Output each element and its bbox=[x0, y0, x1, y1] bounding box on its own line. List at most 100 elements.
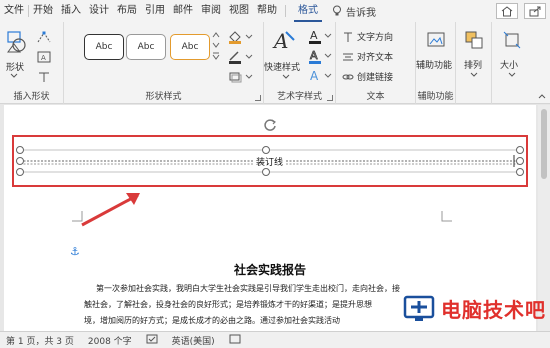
text-direction-button[interactable]: 文字方向 bbox=[342, 30, 393, 43]
group-insert-shapes: 形状 A 插入形状 bbox=[0, 22, 64, 104]
dialog-launcher-icon[interactable] bbox=[327, 95, 333, 101]
dialog-launcher-icon[interactable] bbox=[255, 95, 261, 101]
text-direction-icon[interactable] bbox=[36, 70, 52, 84]
text-effects-icon[interactable]: A bbox=[308, 68, 334, 84]
chevron-down-icon[interactable] bbox=[508, 72, 516, 77]
share-button[interactable] bbox=[524, 3, 546, 19]
tab-help[interactable]: 帮助 bbox=[253, 0, 281, 22]
group-arrange: 排列 bbox=[456, 22, 492, 104]
alt-text-icon[interactable] bbox=[426, 30, 446, 50]
scroll-down-icon[interactable] bbox=[212, 42, 220, 48]
lightbulb-icon bbox=[333, 5, 341, 16]
shape-outline-icon[interactable] bbox=[227, 50, 255, 64]
tell-me-search[interactable]: 告诉我 bbox=[332, 4, 376, 19]
margin-mark bbox=[441, 211, 452, 222]
accessibility-label[interactable]: 辅助功能 bbox=[416, 58, 452, 71]
chevron-down-icon[interactable] bbox=[10, 73, 18, 78]
shape-fill-icon[interactable] bbox=[227, 30, 255, 44]
scrollbar-thumb[interactable] bbox=[541, 109, 547, 179]
document-title: 社会实践报告 bbox=[233, 263, 306, 277]
quick-styles-icon[interactable]: A bbox=[272, 28, 296, 54]
svg-text:A: A bbox=[310, 29, 318, 42]
style-sample-text: Abc bbox=[137, 42, 155, 52]
share-icon bbox=[529, 6, 541, 16]
proofing-icon[interactable] bbox=[146, 334, 158, 347]
margin-mark bbox=[72, 211, 83, 222]
group-shape-styles: Abc Abc Abc 形状样式 bbox=[64, 22, 264, 104]
language-indicator[interactable]: 英语(美国) bbox=[172, 334, 215, 347]
style-sample-text: Abc bbox=[181, 42, 199, 52]
word-count[interactable]: 2008 个字 bbox=[88, 334, 132, 347]
tab-separator bbox=[285, 5, 286, 17]
text-fill-icon[interactable]: A bbox=[308, 28, 334, 44]
computer-logo-icon bbox=[403, 295, 435, 321]
align-text-label: 对齐文本 bbox=[357, 53, 394, 63]
group-label-text: 文本 bbox=[366, 92, 385, 102]
chevron-down-icon[interactable] bbox=[282, 74, 290, 79]
watermark-text: 电脑技术吧 bbox=[441, 298, 546, 322]
group-label-shape-styles: 形状样式 bbox=[145, 92, 182, 102]
text-direction-label: 文字方向 bbox=[357, 33, 394, 43]
tab-design[interactable]: 设计 bbox=[85, 0, 113, 22]
chevron-down-icon[interactable] bbox=[470, 72, 478, 77]
account-button[interactable] bbox=[496, 3, 518, 19]
ribbon-tab-bar: 文件 开始 插入 设计 布局 引用 邮件 审阅 视图 帮助 格式 告诉我 bbox=[0, 0, 550, 22]
svg-text:A: A bbox=[41, 54, 46, 62]
link-icon bbox=[342, 74, 354, 79]
ribbon: 形状 A 插入形状 Abc Abc Abc 形状样式 A 快速样式 A A A … bbox=[0, 22, 550, 104]
tab-format[interactable]: 格式 bbox=[294, 0, 322, 22]
shapes-gallery-icon[interactable] bbox=[6, 30, 28, 56]
group-label-wordart: 艺术字样式 bbox=[276, 92, 322, 102]
create-link-button[interactable]: 创建链接 bbox=[342, 70, 393, 83]
shape-style-preset-2[interactable]: Abc bbox=[126, 34, 166, 60]
group-label-accessibility: 辅助功能 bbox=[417, 92, 454, 102]
scroll-up-icon[interactable] bbox=[212, 32, 220, 38]
style-gallery-scroll bbox=[210, 32, 222, 92]
size-icon[interactable] bbox=[502, 30, 522, 50]
text-direction-icon bbox=[344, 32, 352, 42]
site-watermark: 电脑技术吧 bbox=[403, 294, 546, 323]
edit-shape-icon[interactable] bbox=[36, 30, 52, 44]
status-bar: 第 1 页，共 3 页 2008 个字 英语(美国) bbox=[0, 331, 550, 348]
create-link-label: 创建链接 bbox=[357, 73, 394, 83]
home-icon bbox=[501, 5, 513, 16]
rotate-handle-icon[interactable] bbox=[262, 117, 278, 133]
tab-references[interactable]: 引用 bbox=[141, 0, 169, 22]
tab-insert[interactable]: 插入 bbox=[57, 0, 85, 22]
annotation-highlight-box bbox=[12, 135, 528, 187]
draw-textbox-icon[interactable]: A bbox=[36, 50, 52, 64]
group-accessibility: 辅助功能 辅助功能 bbox=[416, 22, 456, 104]
svg-text:A: A bbox=[310, 69, 319, 83]
style-sample-text: Abc bbox=[95, 42, 113, 52]
align-text-button[interactable]: 对齐文本 bbox=[342, 50, 393, 63]
tab-review[interactable]: 审阅 bbox=[197, 0, 225, 22]
group-wordart-styles: A 快速样式 A A A 艺术字样式 bbox=[264, 22, 336, 104]
size-label[interactable]: 大小 bbox=[500, 58, 518, 71]
tell-me-label: 告诉我 bbox=[346, 7, 376, 19]
annotation-arrow bbox=[81, 193, 140, 227]
shape-effects-icon[interactable] bbox=[227, 70, 255, 84]
page-count[interactable]: 第 1 页，共 3 页 bbox=[6, 334, 74, 347]
gallery-more-icon[interactable] bbox=[212, 52, 220, 60]
tab-layout[interactable]: 布局 bbox=[113, 0, 141, 22]
anchor-icon: ⚓ bbox=[70, 245, 80, 258]
tab-mailings[interactable]: 邮件 bbox=[169, 0, 197, 22]
arrange-label[interactable]: 排列 bbox=[464, 58, 482, 71]
text-outline-icon[interactable]: A bbox=[308, 48, 334, 64]
focus-icon[interactable] bbox=[229, 334, 241, 347]
quick-styles-label[interactable]: 快速样式 bbox=[264, 60, 300, 73]
paragraph-line: 第一次参加社会实践，我明白大学生社会实践是引导我们学生走出校门，走向社会，接 bbox=[96, 284, 400, 293]
shape-style-preset-1[interactable]: Abc bbox=[84, 34, 124, 60]
tab-file[interactable]: 文件 bbox=[0, 0, 28, 22]
arrange-icon[interactable] bbox=[464, 30, 484, 50]
collapse-ribbon-icon[interactable] bbox=[538, 94, 546, 99]
group-text: 文字方向 对齐文本 创建链接 文本 bbox=[336, 22, 416, 104]
tab-home[interactable]: 开始 bbox=[29, 0, 57, 22]
tab-view[interactable]: 视图 bbox=[225, 0, 253, 22]
shapes-label[interactable]: 形状 bbox=[6, 60, 24, 73]
align-text-icon bbox=[343, 53, 353, 60]
group-label-insert-shapes: 插入形状 bbox=[13, 92, 50, 102]
group-size: 大小 bbox=[492, 22, 532, 104]
shape-style-preset-3[interactable]: Abc bbox=[170, 34, 210, 60]
svg-text:A: A bbox=[310, 49, 318, 62]
